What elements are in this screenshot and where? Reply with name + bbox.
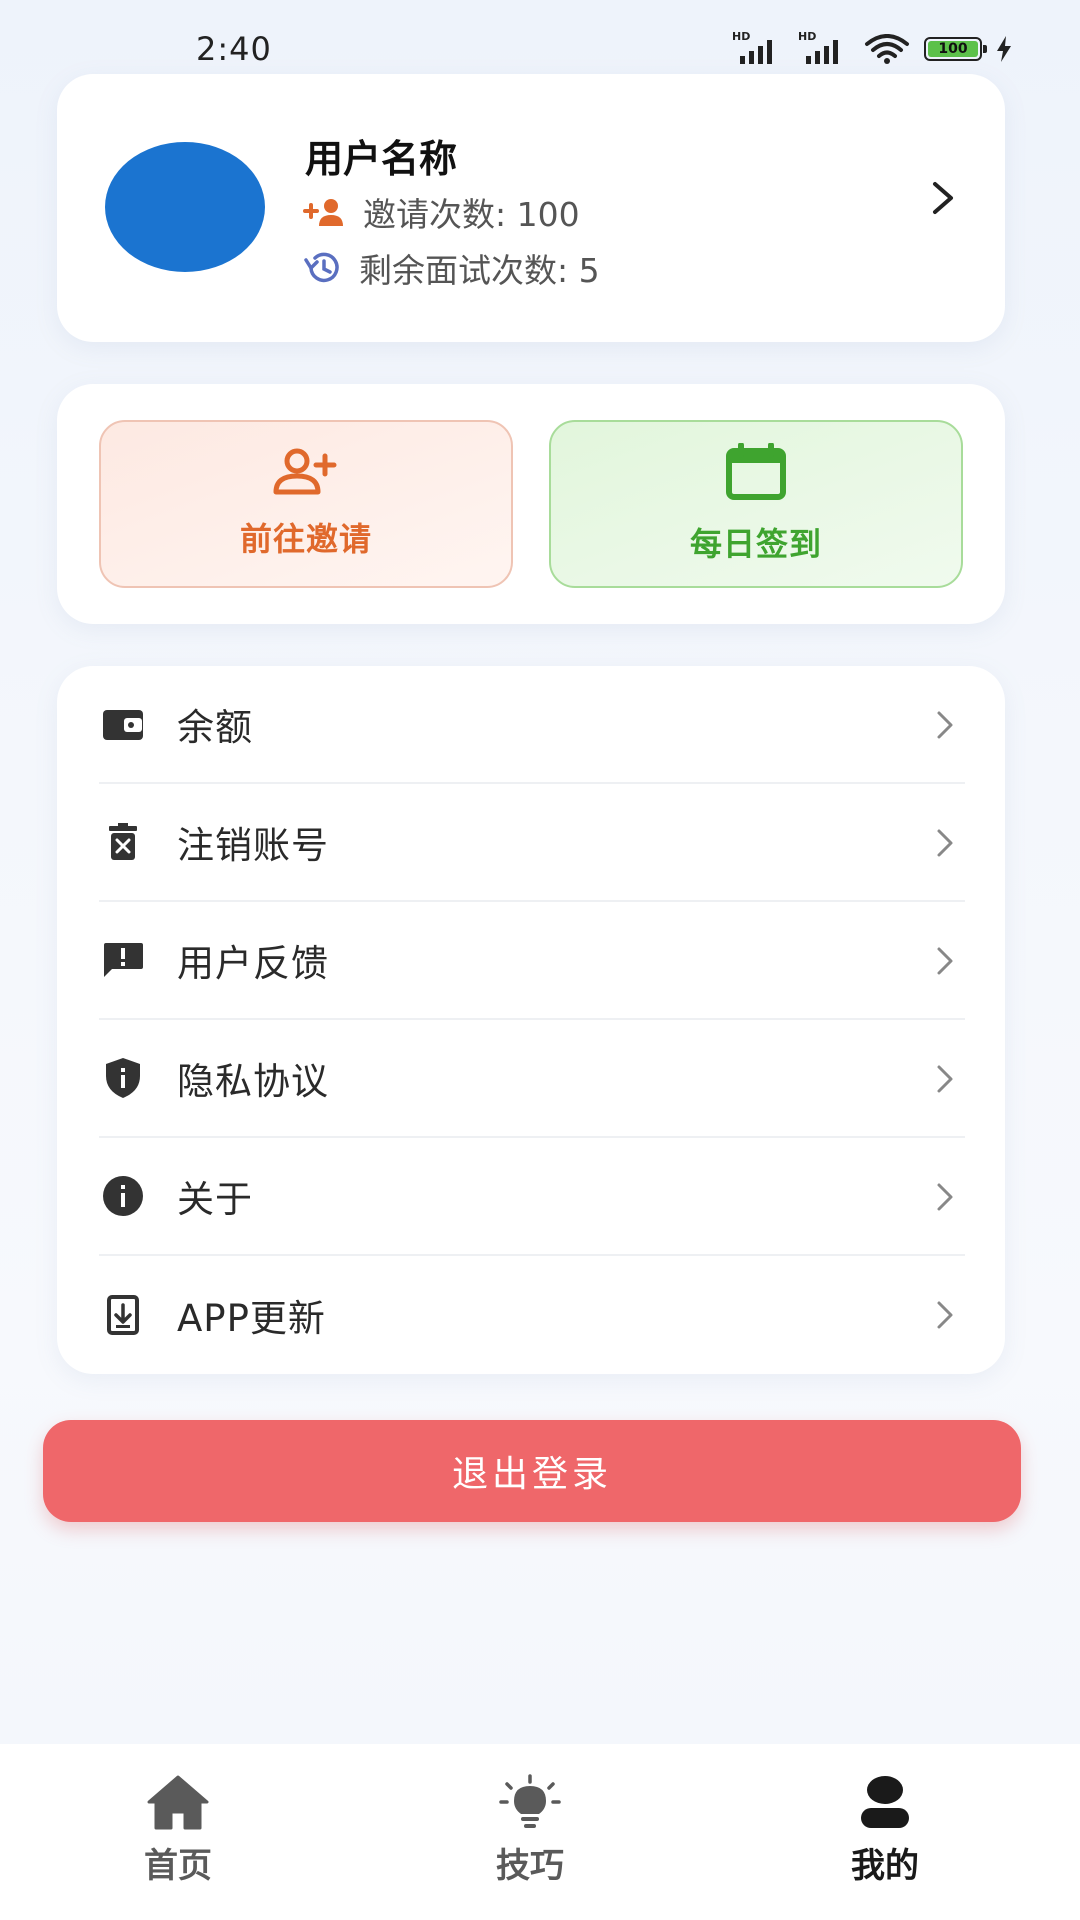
delete-icon bbox=[99, 818, 147, 866]
chevron-right-icon bbox=[937, 947, 953, 975]
tab-me[interactable]: 我的 bbox=[785, 1774, 985, 1887]
invite-button[interactable]: 前往邀请 bbox=[99, 420, 513, 588]
status-time: 2:40 bbox=[196, 30, 272, 68]
bottom-tab-bar: 首页 技巧 我的 bbox=[0, 1744, 1080, 1920]
calendar-icon bbox=[726, 443, 786, 500]
daily-checkin-button[interactable]: 每日签到 bbox=[549, 420, 963, 588]
tab-label: 首页 bbox=[144, 1846, 212, 1886]
signal-icon: HD bbox=[732, 30, 784, 64]
chevron-right-icon bbox=[937, 1183, 953, 1211]
shield-icon bbox=[99, 1054, 147, 1102]
wallet-icon bbox=[99, 700, 147, 748]
menu-item-feedback[interactable]: 用户反馈 bbox=[99, 902, 965, 1020]
menu-item-privacy[interactable]: 隐私协议 bbox=[99, 1020, 965, 1138]
menu-item-delete-account[interactable]: 注销账号 bbox=[99, 784, 965, 902]
signal-icon: HD bbox=[798, 30, 850, 64]
username: 用户名称 bbox=[305, 137, 458, 181]
tab-tips[interactable]: 技巧 bbox=[430, 1774, 630, 1887]
menu-item-app-update[interactable]: APP更新 bbox=[99, 1256, 965, 1374]
feedback-icon bbox=[99, 936, 147, 984]
tab-label: 我的 bbox=[851, 1846, 919, 1886]
menu-item-about[interactable]: 关于 bbox=[99, 1138, 965, 1256]
chevron-right-icon bbox=[937, 711, 953, 739]
menu-label: APP更新 bbox=[177, 1297, 326, 1340]
history-icon bbox=[304, 252, 339, 283]
menu-label: 注销账号 bbox=[177, 824, 329, 867]
chevron-right-icon bbox=[937, 829, 953, 857]
menu-label: 隐私协议 bbox=[177, 1060, 329, 1103]
invite-label: 前往邀请 bbox=[239, 520, 372, 558]
logout-button[interactable]: 退出登录 bbox=[43, 1420, 1021, 1522]
remaining-interviews-label: 剩余面试次数: 5 bbox=[359, 251, 600, 290]
menu-item-balance[interactable]: 余额 bbox=[99, 666, 965, 784]
checkin-label: 每日签到 bbox=[689, 525, 822, 563]
battery-icon: 100 bbox=[924, 37, 987, 61]
settings-menu: 余额 注销账号 用户反馈 隐私协议 关于 APP更新 bbox=[57, 666, 1005, 1374]
menu-label: 关于 bbox=[177, 1178, 253, 1221]
add-person-icon bbox=[303, 199, 343, 226]
info-icon bbox=[99, 1172, 147, 1220]
quick-actions-card: 前往邀请 每日签到 bbox=[57, 384, 1005, 624]
chevron-right-icon[interactable] bbox=[929, 178, 957, 218]
menu-label: 用户反馈 bbox=[177, 942, 329, 985]
home-icon bbox=[147, 1775, 209, 1830]
charging-icon bbox=[997, 36, 1011, 62]
battery-level: 100 bbox=[928, 41, 978, 57]
wifi-icon bbox=[865, 34, 909, 64]
add-person-icon bbox=[273, 448, 337, 495]
invite-count-row: 邀请次数: 100 bbox=[303, 188, 580, 236]
remaining-interviews-row: 剩余面试次数: 5 bbox=[303, 244, 600, 292]
invite-count-label: 邀请次数: 100 bbox=[363, 195, 580, 234]
profile-card[interactable]: 用户名称 邀请次数: 100 剩余面试次数: 5 bbox=[57, 74, 1005, 342]
tab-home[interactable]: 首页 bbox=[78, 1774, 278, 1887]
tab-label: 技巧 bbox=[496, 1846, 564, 1886]
lightbulb-icon bbox=[499, 1774, 561, 1828]
avatar bbox=[105, 142, 265, 272]
person-icon bbox=[861, 1776, 909, 1828]
status-icons: HD HD 100 bbox=[732, 30, 1012, 64]
chevron-right-icon bbox=[937, 1065, 953, 1093]
menu-label: 余额 bbox=[177, 706, 253, 749]
chevron-right-icon bbox=[937, 1301, 953, 1329]
download-icon bbox=[99, 1291, 147, 1339]
